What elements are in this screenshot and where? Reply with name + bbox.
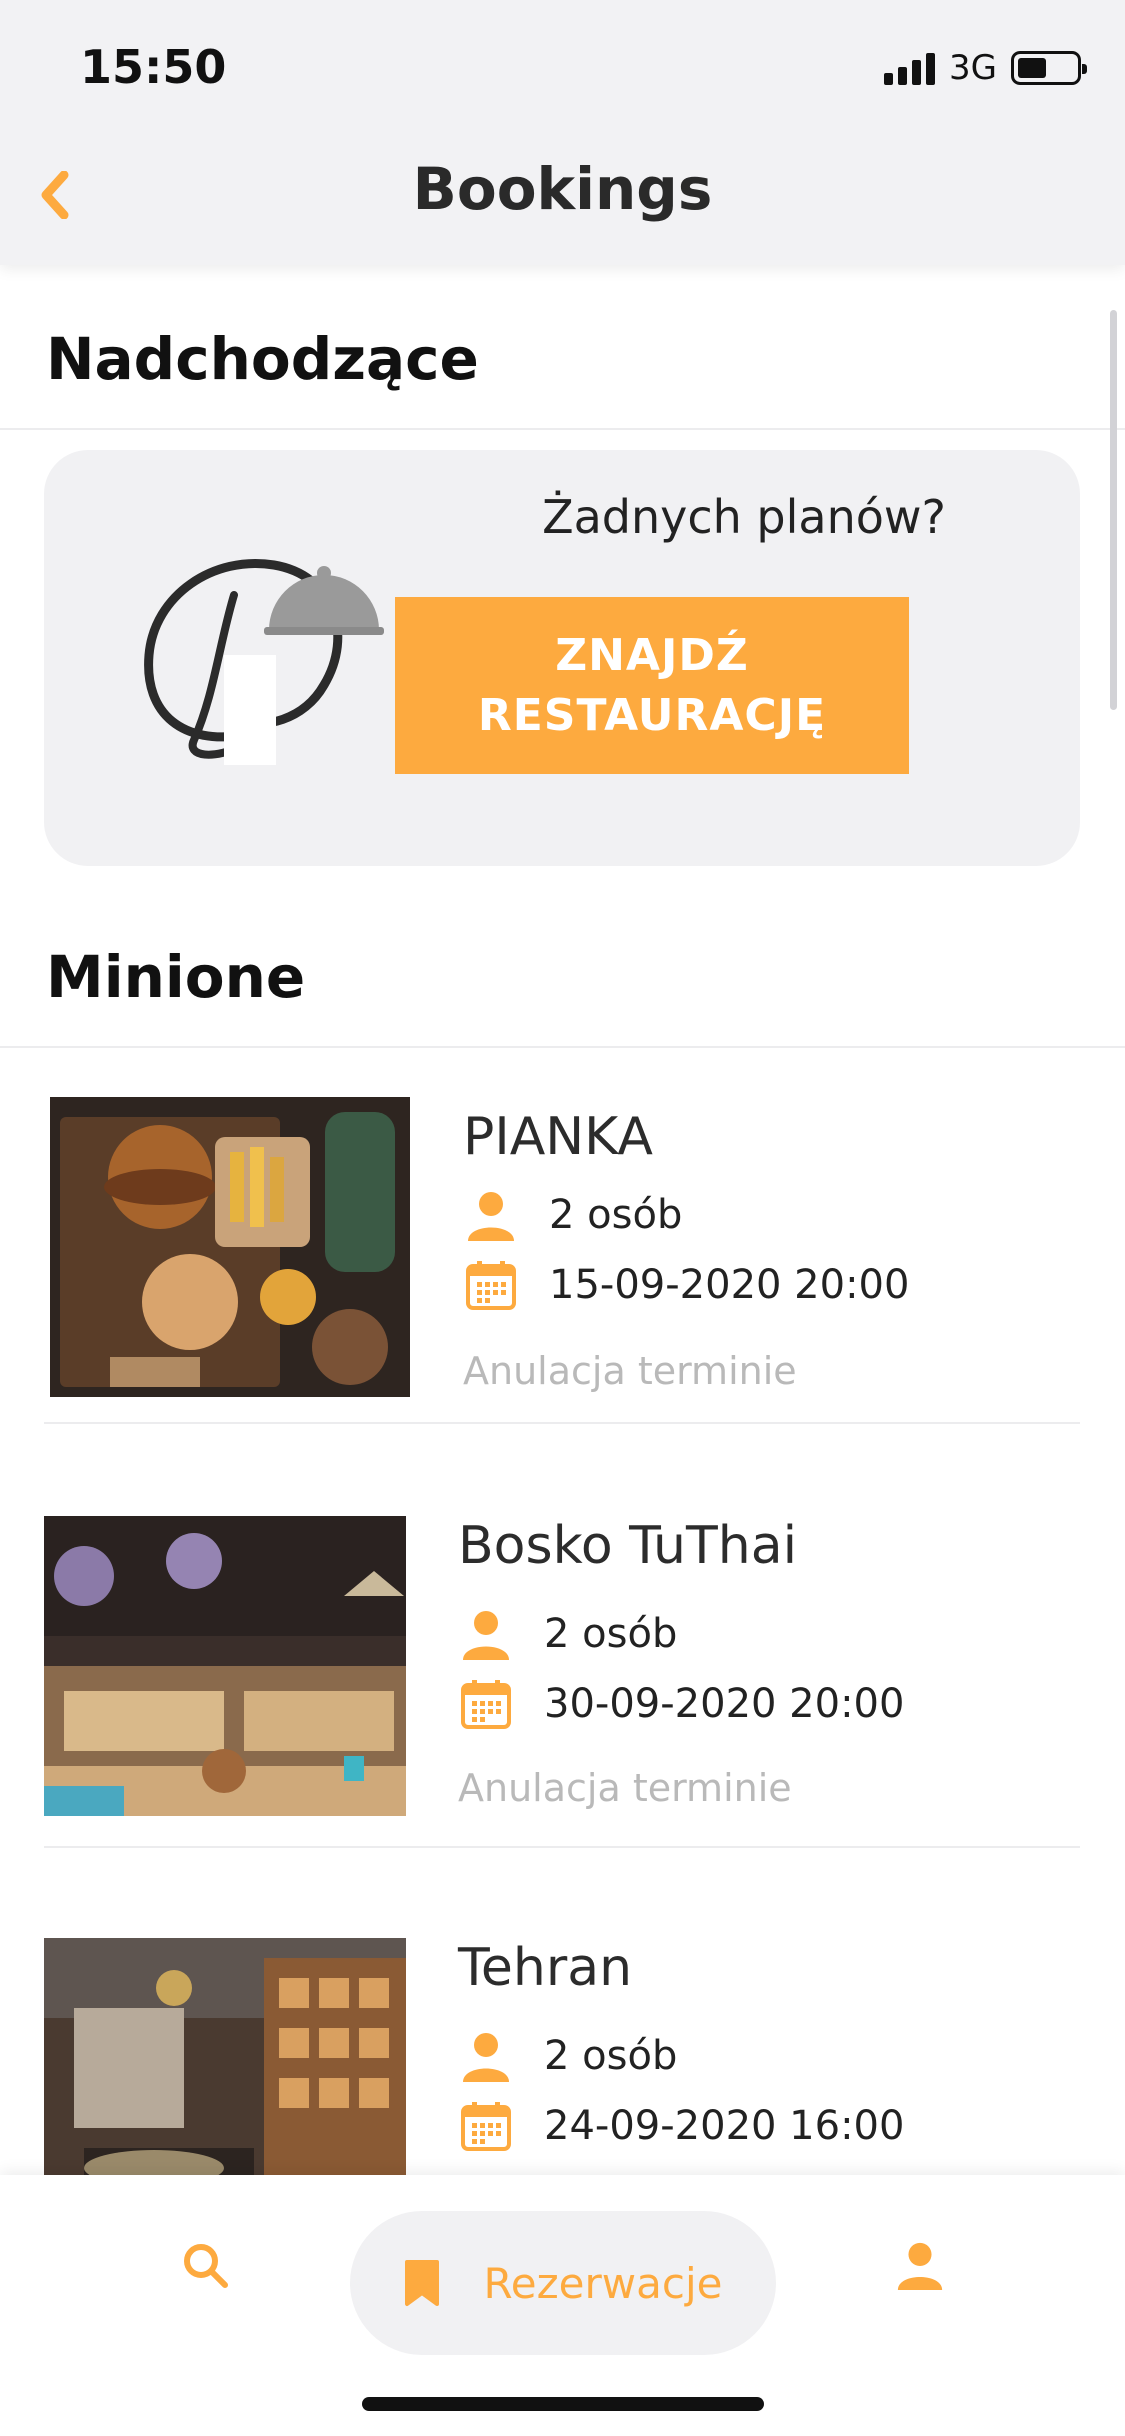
network-type: 3G [949,48,997,88]
find-restaurant-label-line2: RESTAURACJĘ [477,689,827,741]
restaurant-name: Tehran [458,1938,633,1998]
status-indicators: 3G [884,48,1087,88]
page-title: Bookings [412,155,713,223]
divider [0,428,1125,430]
booking-datetime-text: 15-09-2020 20:00 [549,1262,910,1308]
restaurant-logo-icon [144,559,384,765]
divider [44,1422,1080,1424]
calendar-icon [458,1676,514,1732]
calendar-icon [463,1257,519,1313]
party-size: 2 osób [463,1187,682,1243]
status-time: 15:50 [80,40,227,94]
upcoming-section-title: Nadchodzące [46,325,479,393]
find-restaurant-button[interactable]: ZNAJDŹ RESTAURACJĘ [395,597,909,774]
divider [44,1846,1080,1848]
restaurant-photo [44,1516,406,1816]
party-size-text: 2 osób [549,1192,683,1238]
booking-datetime-text: 24-09-2020 16:00 [544,2103,905,2149]
search-icon [184,2244,228,2288]
nav-profile-button[interactable] [890,2235,950,2295]
scrollbar[interactable] [1110,310,1117,710]
booking-status: Anulacja terminie [458,1766,792,1810]
booking-datetime: 24-09-2020 16:00 [458,2098,904,2154]
no-plans-card: Żadnych planów? ZNAJDŹ RESTAURACJĘ [44,450,1080,866]
user-icon [463,1187,519,1243]
user-icon [458,2028,514,2084]
divider [0,1046,1125,1048]
party-size: 2 osób [458,1606,677,1662]
user-icon [458,1606,514,1662]
booking-item[interactable]: Bosko TuThai 2 osób 30-09-2020 20:00 Anu… [0,1516,1125,1816]
nav-bookings-tab[interactable]: Rezerwacje [350,2211,776,2355]
top-bar: 15:50 3G Bookings [0,0,1125,265]
booking-datetime: 15-09-2020 20:00 [463,1257,909,1313]
booking-datetime: 30-09-2020 20:00 [458,1676,904,1732]
battery-icon [1011,51,1087,85]
party-size-text: 2 osób [544,1611,678,1657]
nav-bookings-label: Rezerwacje [483,2258,723,2308]
nav-search-button[interactable] [175,2235,235,2295]
booking-status: Anulacja terminie [463,1349,797,1393]
restaurant-name: PIANKA [463,1107,653,1167]
party-size-text: 2 osób [544,2033,678,2079]
restaurant-photo [50,1097,410,1397]
booking-item[interactable]: PIANKA 2 osób 15-09-2020 20:00 Anulacja … [0,1097,1125,1397]
past-section-title: Minione [46,943,306,1011]
booking-datetime-text: 30-09-2020 20:00 [544,1681,905,1727]
calendar-icon [458,2098,514,2154]
restaurant-name: Bosko TuThai [458,1516,798,1576]
bottom-nav: Rezerwacje [0,2175,1125,2436]
home-indicator[interactable] [362,2397,764,2411]
find-restaurant-label-line1: ZNAJDŹ [555,629,749,681]
no-plans-question: Żadnych planów? [542,490,946,544]
signal-icon [884,51,936,85]
party-size: 2 osób [458,2028,677,2084]
user-icon [897,2242,943,2290]
bookmark-icon [404,2260,439,2306]
